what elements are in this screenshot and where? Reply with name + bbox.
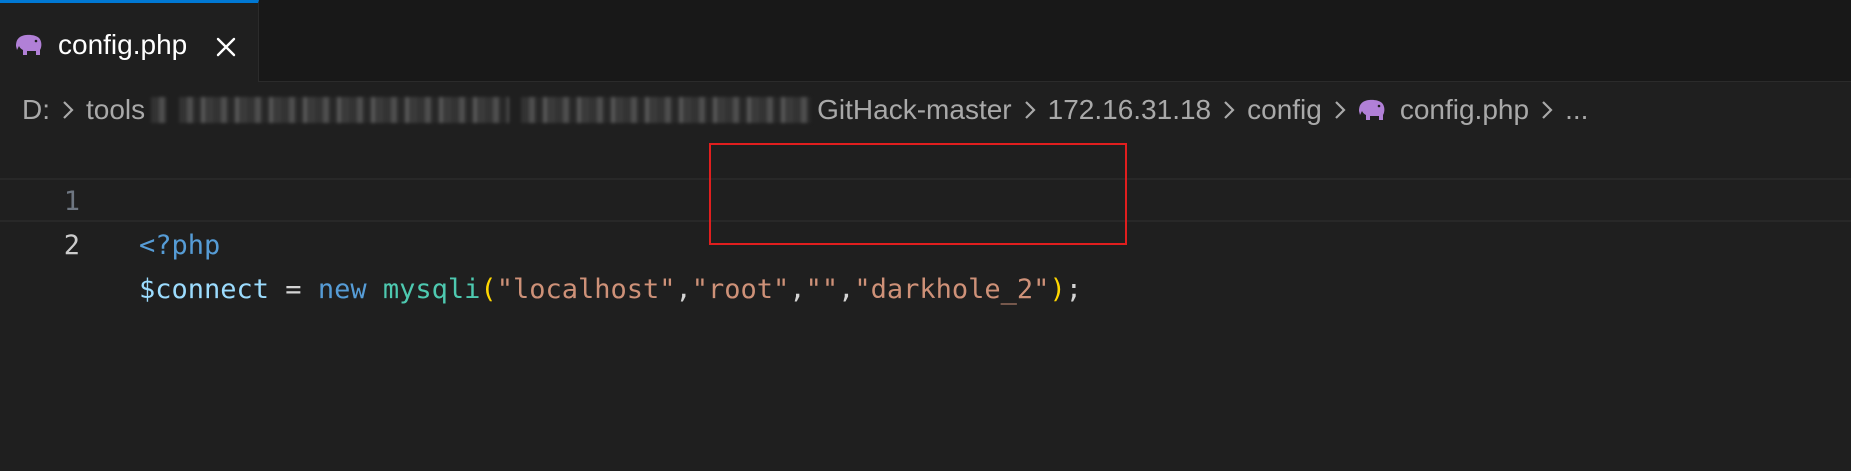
token-function: mysqli [382,274,481,305]
token-operator: = [269,274,318,305]
token-variable: $connect [139,274,270,305]
php-elephant-icon [16,34,42,55]
tab-bar: config.php [0,0,1851,82]
code-editor[interactable]: 1 <?php 2 $connect = new mysqli("localho… [0,136,1851,471]
token-string-database: "darkhole_2" [854,274,1050,305]
breadcrumb: D: tools GitHack-master 172.16.31.18 con… [22,90,1842,130]
code-line-2[interactable]: 2 $connect = new mysqli("localhost","roo… [0,178,1851,305]
line-number: 2 [63,230,80,261]
redacted-segment [151,97,168,123]
token-paren-open: ( [480,274,497,305]
chevron-right-icon [1215,96,1243,124]
token-string-host: "localhost" [496,274,676,305]
code-text: <?php [139,224,220,268]
token-comma: , [789,274,806,305]
breadcrumb-folder-tools[interactable]: tools [86,94,145,126]
breadcrumb-folder-ip[interactable]: 172.16.31.18 [1048,94,1212,126]
redacted-segment [179,97,510,123]
chevron-right-icon [1326,96,1354,124]
token-keyword: new [317,274,367,305]
chevron-right-icon [1016,96,1044,124]
close-icon[interactable] [214,35,238,59]
breadcrumb-drive[interactable]: D: [22,94,50,126]
tab-config-php[interactable]: config.php [0,0,259,82]
token-semicolon: ; [1065,274,1082,305]
token-comma: , [675,274,692,305]
code-line-1[interactable]: 1 <?php [0,136,1851,261]
tab-label: config.php [58,29,188,60]
token-paren-close: ) [1049,274,1066,305]
code-text: $connect = new mysqli("localhost","root"… [139,268,1082,312]
chevron-right-icon [1533,96,1561,124]
breadcrumb-file[interactable]: config.php [1400,94,1529,126]
chevron-right-icon [54,96,82,124]
token-comma: , [838,274,855,305]
breadcrumb-folder-githack[interactable]: GitHack-master [817,94,1011,126]
token-string-user: "root" [691,274,790,305]
editor-window: config.php D: tools GitHack-master 172.1… [0,0,1851,471]
breadcrumb-more[interactable]: ... [1565,94,1588,126]
php-elephant-icon [1358,99,1385,120]
php-open-tag: <?php [139,230,221,261]
redacted-segment [521,97,812,123]
breadcrumb-folder-config[interactable]: config [1247,94,1322,126]
token-string-password: "" [805,274,839,305]
